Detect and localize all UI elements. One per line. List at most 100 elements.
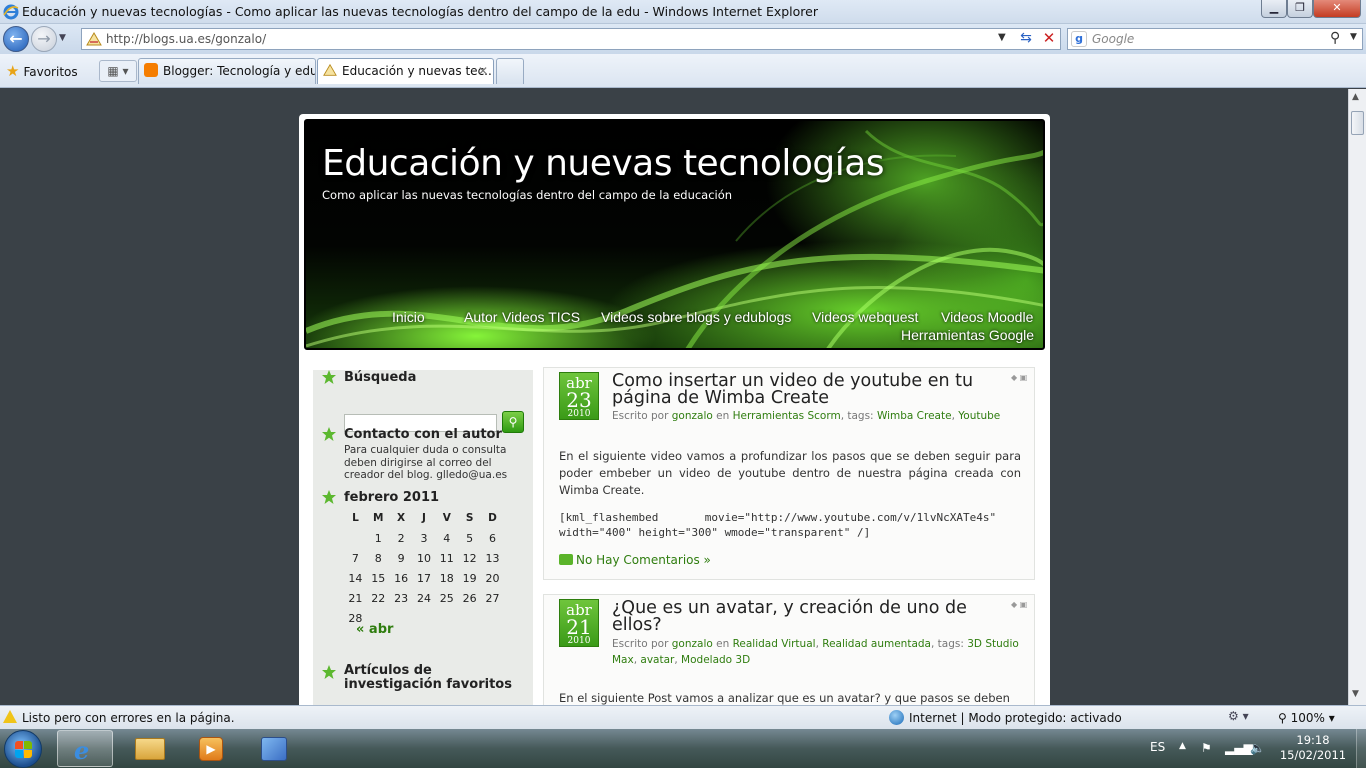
post-date: abr 23 2010	[559, 372, 599, 420]
articles-widget-title: Artículos de investigación favoritos	[344, 663, 512, 692]
post-category-link[interactable]: Realidad aumentada	[822, 638, 931, 650]
quick-tabs-button[interactable]: ▦ ▾	[99, 60, 137, 82]
blog-subtitle: Como aplicar las nuevas tecnologías dent…	[322, 188, 733, 202]
post-title[interactable]: ¿Que es un avatar, y creación de uno de …	[612, 599, 1002, 634]
calendar-prev-link[interactable]: « abr	[356, 622, 393, 637]
calendar-day: 22	[371, 591, 386, 605]
navigation-bar: ← → ▼ http://blogs.ua.es/gonzalo/ ▼ ⇆ ✕ …	[0, 24, 1366, 54]
favorites-button[interactable]: ★ Favoritos	[6, 62, 78, 80]
search-options-icon[interactable]: ▼	[1350, 32, 1357, 42]
post: abr 21 2010 ¿Que es un avatar, y creació…	[543, 594, 1035, 705]
compatibility-refresh-icon[interactable]: ⇆	[1016, 30, 1036, 46]
post-action-icons[interactable]: ◆ ▣	[1011, 373, 1027, 382]
nav-inicio[interactable]: Inicio	[392, 309, 425, 325]
scroll-thumb[interactable]	[1351, 111, 1364, 135]
page-viewport: Educación y nuevas tecnologías Como apli…	[0, 89, 1348, 705]
address-dropdown-icon[interactable]: ▼	[998, 32, 1006, 43]
post-tag-link[interactable]: Youtube	[958, 410, 1000, 422]
nav-videos-moodle[interactable]: Videos Moodle	[941, 309, 1033, 325]
security-zone[interactable]: Internet | Modo protegido: activado	[909, 711, 1122, 725]
nav-videos-tics[interactable]: Videos TICS	[502, 309, 580, 325]
post-author-link[interactable]: gonzalo	[672, 638, 713, 650]
network-icon[interactable]: ▂▄▆	[1225, 741, 1253, 755]
blog-title[interactable]: Educación y nuevas tecnologías	[322, 143, 885, 184]
post: abr 23 2010 Como insertar un video de yo…	[543, 367, 1035, 580]
calendar-week: 7 8 9 10 11 12 13	[344, 548, 504, 568]
page-scrollbar[interactable]: ▲ ▼	[1348, 89, 1366, 705]
addons-icon[interactable]: ⚙ ▾	[1228, 709, 1249, 723]
post-category-link[interactable]: Herramientas Scorm	[733, 410, 841, 422]
post-author-link[interactable]: gonzalo	[672, 410, 713, 422]
post-body: En el siguiente Post vamos a analizar qu…	[559, 691, 1010, 705]
calendar-day: 21	[348, 591, 363, 605]
scroll-down-icon[interactable]: ▼	[1352, 689, 1359, 699]
calendar-weekday: M	[373, 512, 384, 524]
warning-icon[interactable]	[3, 710, 17, 723]
post-body: En el siguiente video vamos a profundiza…	[559, 449, 1021, 497]
tab-blogger[interactable]: Blogger: Tecnología y edu...	[138, 58, 316, 84]
close-button[interactable]: ✕	[1313, 0, 1361, 18]
nav-herramientas-google[interactable]: Herramientas Google	[901, 327, 1034, 343]
calendar-header-row: LMXJVSD	[344, 508, 504, 528]
show-desktop-button[interactable]	[1356, 729, 1366, 768]
system-clock[interactable]: 19:18 15/02/2011	[1278, 733, 1348, 763]
address-bar[interactable]: http://blogs.ua.es/gonzalo/ ▼ ⇆ ✕	[81, 28, 1061, 50]
taskbar-media-player[interactable]: ▶	[182, 730, 238, 767]
taskbar-paint[interactable]	[245, 730, 301, 767]
search-widget-title: Búsqueda	[344, 370, 417, 385]
calendar-day: 23	[394, 591, 409, 605]
history-dropdown-icon[interactable]: ▼	[59, 33, 66, 43]
media-player-icon: ▶	[199, 737, 223, 761]
post-tag-link[interactable]: avatar	[640, 654, 674, 666]
address-url[interactable]: http://blogs.ua.es/gonzalo/	[106, 32, 266, 46]
forward-button[interactable]: →	[31, 26, 57, 52]
maximize-button[interactable]: ❐	[1287, 0, 1313, 18]
scroll-up-icon[interactable]: ▲	[1352, 92, 1359, 102]
search-icon: ⚲	[508, 415, 518, 429]
tab-educacion[interactable]: Educación y nuevas tec... ✕	[317, 58, 494, 84]
status-text[interactable]: Listo pero con errores en la página.	[22, 711, 235, 725]
calendar-weekday: S	[465, 512, 474, 524]
close-tab-icon[interactable]: ✕	[478, 59, 488, 83]
blog-container: Educación y nuevas tecnologías Como apli…	[299, 114, 1050, 705]
blog-search-button[interactable]: ⚲	[502, 411, 524, 433]
green-star-icon	[322, 490, 336, 504]
nav-videos-blogs[interactable]: Videos sobre blogs y edublogs	[601, 309, 791, 325]
calendar-day: 26	[462, 591, 477, 605]
post-title[interactable]: Como insertar un video de youtube en tu …	[612, 372, 1002, 407]
search-box[interactable]: g Google ⚲ ▼	[1067, 28, 1363, 50]
search-input[interactable]: Google	[1092, 32, 1134, 46]
tray-expand-icon[interactable]: ▲	[1179, 741, 1186, 751]
back-button[interactable]: ←	[3, 26, 29, 52]
post-action-icons[interactable]: ◆ ▣	[1011, 600, 1027, 609]
window-titlebar: Educación y nuevas tecnologías - Como ap…	[0, 0, 1366, 24]
post-category-link[interactable]: Realidad Virtual	[733, 638, 816, 650]
stop-icon[interactable]: ✕	[1039, 29, 1059, 47]
meta-tags: , tags:	[840, 410, 874, 422]
post-tag-link[interactable]: Modelado 3D	[681, 654, 750, 666]
nav-videos-webquest[interactable]: Videos webquest	[812, 309, 918, 325]
search-icon[interactable]: ⚲	[1330, 30, 1340, 46]
new-tab-button[interactable]	[496, 58, 524, 84]
contact-text: Para cualquier duda o consulta deben dir…	[344, 444, 508, 481]
start-button[interactable]	[4, 730, 42, 768]
window-title: Educación y nuevas tecnologías - Como ap…	[22, 4, 818, 19]
taskbar-internet-explorer[interactable]: e	[57, 730, 113, 767]
calendar-day: 8	[374, 551, 382, 565]
language-indicator[interactable]: ES	[1150, 740, 1165, 754]
post-tag-link[interactable]: Wimba Create	[877, 410, 952, 422]
post-day: 23	[566, 388, 592, 412]
green-star-icon	[322, 370, 336, 384]
calendar-title: febrero 2011	[344, 490, 440, 505]
calendar-week: 1 2 3 4 5 6	[344, 528, 504, 548]
post-comments-link[interactable]: No Hay Comentarios »	[559, 553, 711, 567]
minimize-button[interactable]: ▁	[1261, 0, 1287, 18]
volume-icon[interactable]: 🔈	[1250, 741, 1265, 755]
site-favicon-icon	[86, 32, 102, 46]
nav-autor[interactable]: Autor	[464, 309, 497, 325]
flag-tray-icon[interactable]: ⚑	[1201, 741, 1212, 755]
zoom-level[interactable]: ⚲ 100% ▾	[1278, 711, 1335, 725]
calendar-day: 11	[439, 551, 454, 565]
taskbar-file-explorer[interactable]	[121, 730, 177, 767]
globe-icon	[889, 710, 904, 725]
